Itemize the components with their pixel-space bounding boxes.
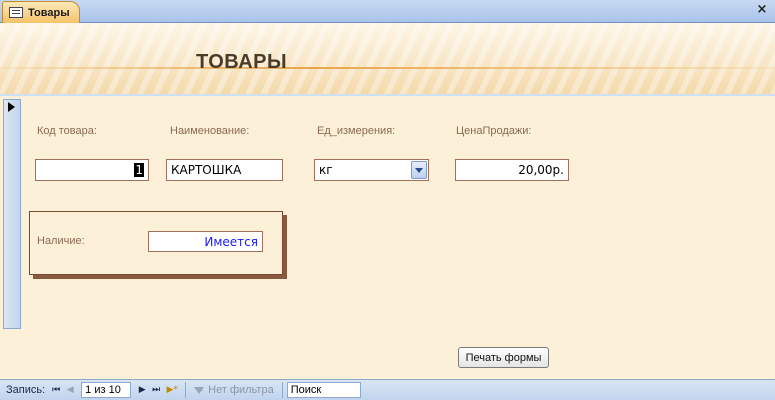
last-record-icon[interactable]: ⏭: [150, 383, 162, 397]
availability-label: Наличие:: [37, 235, 85, 247]
price-value: 20,00р.: [518, 163, 564, 177]
availability-field[interactable]: Имеется: [148, 231, 263, 252]
document-tab-bar: Товары ×: [0, 0, 775, 23]
unit-combobox[interactable]: кг: [314, 159, 429, 181]
first-record-icon[interactable]: ⏮: [50, 383, 62, 397]
form-header: ТОВАРЫ: [0, 23, 775, 96]
filter-icon: [194, 385, 205, 394]
code-label: Код товара:: [37, 125, 97, 137]
divider: [281, 382, 283, 398]
tab-label: Товары: [28, 6, 70, 19]
header-divider-bottom: [0, 94, 775, 96]
close-button[interactable]: ×: [755, 3, 769, 17]
new-record-icon[interactable]: ▶*: [164, 383, 180, 397]
divider: [185, 382, 187, 398]
form-title: ТОВАРЫ: [196, 51, 288, 73]
record-navigation-bar: Запись: ⏮ ◀ 1 из 10 ▶ ⏭ ▶* Нет фильтра П…: [0, 379, 775, 400]
form-icon: [9, 7, 23, 18]
search-input[interactable]: Поиск: [286, 382, 361, 398]
record-selector[interactable]: [3, 99, 21, 329]
unit-value: кг: [319, 163, 333, 177]
tab-tovary[interactable]: Товары: [2, 1, 80, 23]
previous-record-icon[interactable]: ◀: [64, 383, 76, 397]
filter-toggle[interactable]: Нет фильтра: [194, 384, 274, 396]
code-field[interactable]: 1: [35, 159, 149, 181]
code-value: 1: [134, 163, 144, 177]
current-record-arrow-icon: [8, 102, 15, 112]
current-record-input[interactable]: 1 из 10: [81, 382, 132, 398]
name-label: Наименование:: [170, 125, 250, 137]
chevron-down-icon[interactable]: [411, 161, 427, 179]
print-form-button[interactable]: Печать формы: [458, 347, 549, 368]
name-field[interactable]: КАРТОШКА: [166, 159, 283, 181]
filter-label: Нет фильтра: [208, 384, 274, 396]
availability-value: Имеется: [204, 234, 258, 249]
price-label: ЦенаПродажи:: [456, 125, 532, 137]
record-label: Запись:: [6, 384, 46, 396]
price-field[interactable]: 20,00р.: [455, 159, 569, 181]
unit-label: Ед_измерения:: [317, 125, 396, 137]
next-record-icon[interactable]: ▶: [136, 383, 148, 397]
header-divider: [0, 67, 775, 69]
name-value: КАРТОШКА: [171, 163, 242, 177]
